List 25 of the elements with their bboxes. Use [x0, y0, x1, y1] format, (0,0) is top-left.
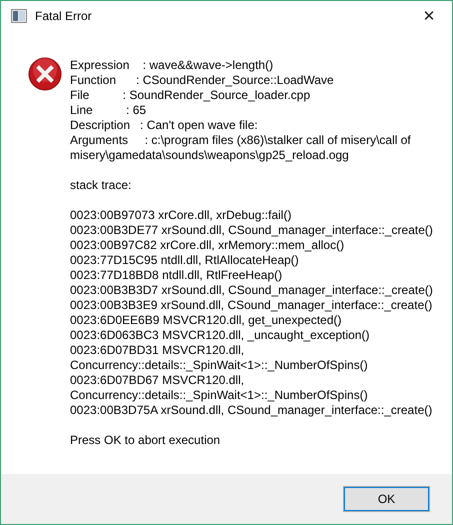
stack-trace-line: 0023:00B3DE77 xrSound.dll, CSound_manager_interface::_create(): [70, 223, 434, 238]
detail-line: Arguments : c:\program files (x86)\stalker call of misery\call of misery\gamedata\sounds\weapons\gp25_reload.ogg: [70, 133, 412, 163]
stack-trace-line: 0023:00B3D75A xrSound.dll, CSound_manager_interface::_create(): [70, 403, 434, 418]
detail-line: Line : 65: [70, 103, 148, 118]
prompt-text: Press OK to abort execution: [70, 433, 222, 448]
stack-trace-line: 0023:6D0EE6B9 MSVCR120.dll, get_unexpected(): [70, 313, 342, 328]
detail-line: Expression : wave&&wave->length(): [70, 58, 274, 73]
stack-trace-line: 0023:00B3B3E9 xrSound.dll, CSound_manager_interface::_create(): [70, 298, 434, 313]
stack-trace-line: 0023:00B97C82 xrCore.dll, xrMemory::mem_alloc(): [70, 238, 346, 253]
stack-trace-heading: stack trace:: [70, 178, 132, 193]
detail-line: Description : Can't open wave file:: [70, 118, 259, 133]
stack-trace-line: 0023:6D07BD67 MSVCR120.dll, Concurrency::details::_SpinWait<1>::_NumberOfSpins(): [70, 373, 369, 403]
stack-trace-line: 0023:77D18BD8 ntdll.dll, RtlFreeHeap(): [70, 268, 284, 283]
window-title: Fatal Error: [35, 9, 93, 23]
stack-trace-line: 0023:6D063BC3 MSVCR120.dll, _uncaught_exception(): [70, 328, 371, 343]
stack-trace-line: 0023:00B3B3D7 xrSound.dll, CSound_manager_interface::_create(): [70, 283, 434, 298]
window-icon: [11, 9, 27, 23]
stack-trace-line: 0023:6D07BD31 MSVCR120.dll, Concurrency::details::_SpinWait<1>::_NumberOfSpins(): [70, 343, 369, 373]
error-icon: [28, 57, 62, 91]
close-button[interactable]: ✕: [406, 1, 452, 31]
stack-trace-line: 0023:00B97073 xrCore.dll, xrDebug::fail(): [70, 208, 292, 223]
stack-trace-line: 0023:77D15C95 ntdll.dll, RtlAllocateHeap(): [70, 253, 300, 268]
detail-line: Function : CSoundRender_Source::LoadWave: [70, 73, 335, 88]
ok-button[interactable]: OK: [343, 486, 430, 512]
detail-line: File : SoundRender_Source_loader.cpp: [70, 88, 312, 103]
